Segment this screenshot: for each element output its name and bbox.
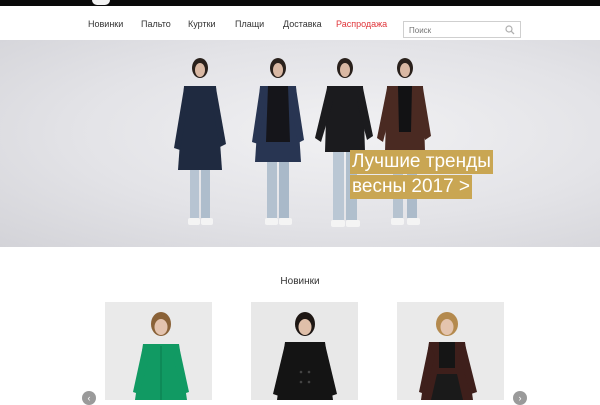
hero-model-image [377, 58, 431, 225]
product-image [273, 312, 337, 400]
product-card[interactable] [251, 302, 358, 400]
carousel-prev-button[interactable]: ‹ [82, 391, 96, 405]
carousel-next-button[interactable]: › [513, 391, 527, 405]
hero-model-image [174, 58, 226, 225]
nav-item-new[interactable]: Новинки [88, 19, 123, 29]
nav-item-raincoats[interactable]: Плащи [235, 19, 264, 29]
hero-caption-line2[interactable]: весны 2017 > [350, 175, 473, 199]
search-icon[interactable] [505, 25, 515, 35]
product-card[interactable] [105, 302, 212, 400]
search-input[interactable] [409, 24, 504, 36]
chevron-right-icon: › [518, 393, 522, 403]
product-image [419, 312, 477, 400]
section-title: Новинки [280, 276, 320, 287]
logo[interactable] [92, 0, 110, 5]
product-card[interactable] [397, 302, 504, 400]
hero-caption-line1[interactable]: Лучшие тренды [350, 150, 493, 174]
product-image [133, 312, 189, 400]
main-nav: Новинки Пальто Куртки Плащи Доставка Рас… [0, 6, 600, 40]
nav-item-delivery[interactable]: Доставка [283, 19, 322, 29]
nav-item-coats[interactable]: Пальто [141, 19, 171, 29]
search-box [403, 21, 521, 38]
hero-banner[interactable]: Лучшие тренды весны 2017 > [0, 40, 600, 247]
hero-caption[interactable]: Лучшие тренды весны 2017 > [350, 150, 493, 200]
chevron-left-icon: ‹ [87, 393, 91, 403]
nav-item-sale[interactable]: Распродажа [336, 19, 387, 29]
nav-item-jackets[interactable]: Куртки [188, 19, 216, 29]
